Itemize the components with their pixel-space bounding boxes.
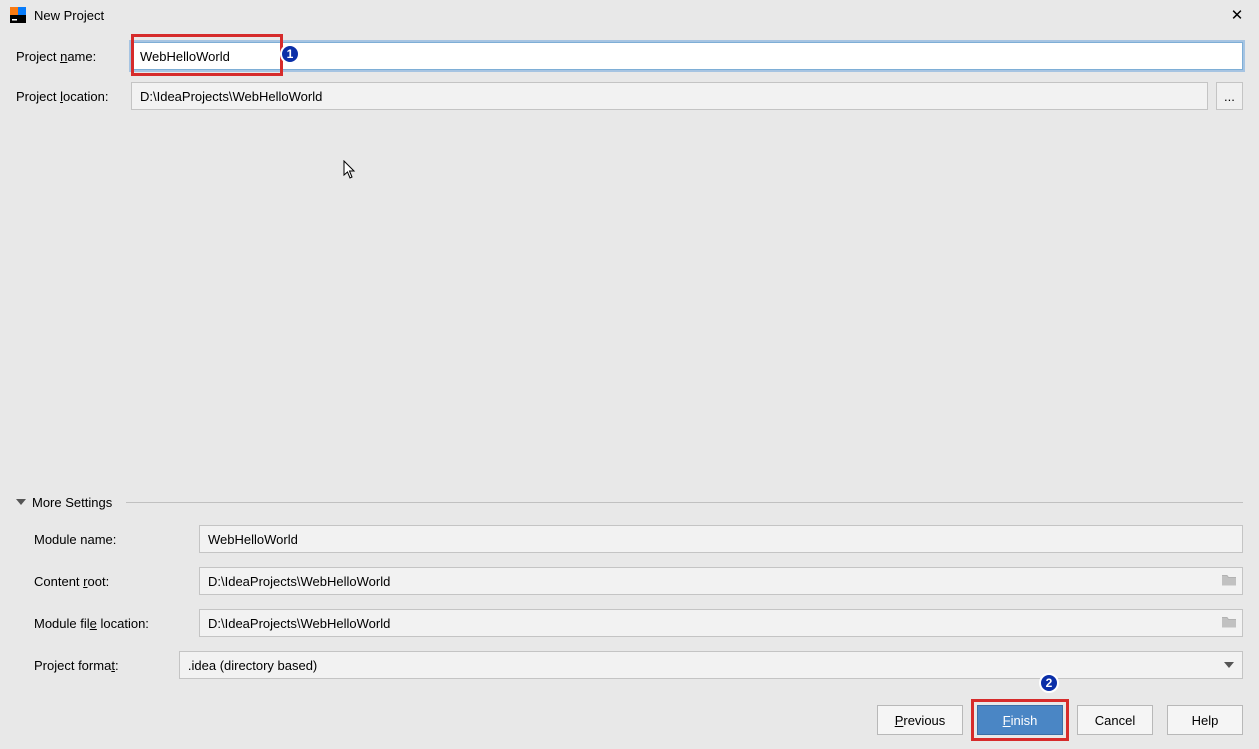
project-format-label: Project format: [34, 658, 179, 673]
module-name-row: Module name: [34, 525, 1243, 553]
project-location-label: Project location: [16, 89, 131, 104]
intellij-icon [10, 7, 26, 23]
finish-button[interactable]: Finish [977, 705, 1063, 735]
content-root-row: Content root: [34, 567, 1243, 595]
project-format-value: .idea (directory based) [188, 658, 317, 673]
content-root-label: Content root: [34, 574, 199, 589]
more-settings-body: Module name: Content root: Mod [16, 515, 1243, 679]
cancel-button[interactable]: Cancel [1077, 705, 1153, 735]
separator [126, 502, 1243, 503]
module-file-location-label: Module file location: [34, 616, 199, 631]
module-name-input[interactable] [199, 525, 1243, 553]
module-name-label: Module name: [34, 532, 199, 547]
mouse-cursor-icon [343, 160, 359, 180]
project-name-row: Project name: 1 [16, 42, 1243, 70]
button-bar: Previous Finish 2 Cancel Help [877, 705, 1243, 735]
close-icon: ✕ [1231, 6, 1244, 24]
project-format-row: Project format: .idea (directory based) [34, 651, 1243, 679]
module-file-location-row: Module file location: [34, 609, 1243, 637]
project-location-row: Project location: ... [16, 82, 1243, 110]
project-format-select[interactable]: .idea (directory based) [179, 651, 1243, 679]
folder-icon[interactable] [1221, 615, 1237, 632]
help-button[interactable]: Help [1167, 705, 1243, 735]
form-area: Project name: 1 Project location: ... [0, 30, 1259, 110]
titlebar: New Project ✕ [0, 0, 1259, 30]
annotation-marker-1: 1 [280, 44, 300, 64]
browse-location-button[interactable]: ... [1216, 82, 1243, 110]
new-project-dialog: New Project ✕ Project name: 1 Project lo… [0, 0, 1259, 749]
more-settings-header[interactable]: More Settings [16, 489, 1243, 515]
folder-icon[interactable] [1221, 573, 1237, 590]
annotation-marker-2: 2 [1039, 673, 1059, 693]
close-button[interactable]: ✕ [1223, 1, 1251, 29]
chevron-down-icon [1224, 662, 1234, 668]
module-file-location-input[interactable] [199, 609, 1243, 637]
more-settings-section: More Settings Module name: Content root: [0, 489, 1259, 687]
ellipsis-icon: ... [1224, 89, 1235, 104]
project-location-input[interactable] [131, 82, 1208, 110]
content-root-input[interactable] [199, 567, 1243, 595]
project-name-label: Project name: [16, 49, 131, 64]
window-title: New Project [34, 8, 104, 23]
previous-button[interactable]: Previous [877, 705, 963, 735]
more-settings-label: More Settings [32, 495, 112, 510]
expand-collapse-icon [16, 499, 26, 505]
